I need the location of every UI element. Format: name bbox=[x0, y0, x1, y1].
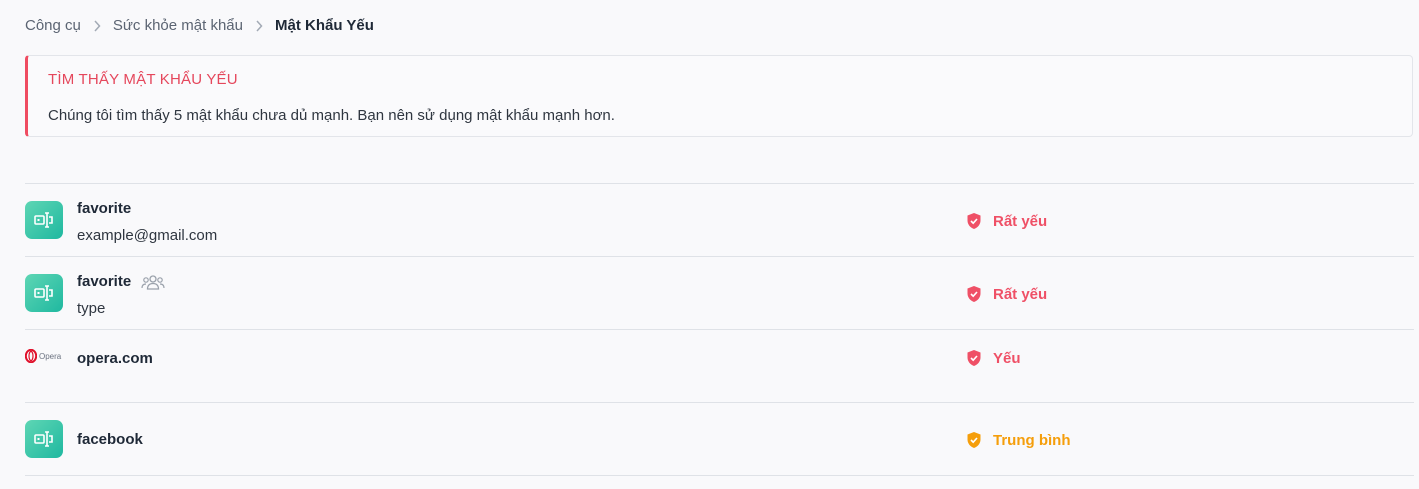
item-name: opera.com bbox=[77, 350, 153, 367]
strength-label: Rất yếu bbox=[993, 285, 1048, 303]
list-item[interactable]: facebook Trung bình bbox=[25, 402, 1414, 476]
item-name-text: opera.com bbox=[77, 350, 153, 367]
item-name: facebook bbox=[77, 431, 143, 448]
opera-logo-icon: Opera bbox=[25, 349, 65, 363]
shield-check-icon bbox=[966, 285, 982, 303]
shared-users-icon bbox=[141, 274, 165, 290]
breadcrumb-password-health[interactable]: Sức khỏe mật khẩu bbox=[113, 17, 243, 34]
weak-password-list: favorite example@gmail.com Rất yếu favor… bbox=[25, 183, 1414, 476]
shield-check-icon bbox=[966, 212, 982, 230]
shield-check-icon bbox=[966, 431, 982, 449]
strength-badge: Rất yếu bbox=[966, 212, 1047, 230]
chevron-right-icon bbox=[81, 17, 113, 34]
breadcrumb-current: Mật Khẩu Yếu bbox=[274, 16, 374, 34]
opera-logo-text: Opera bbox=[39, 351, 62, 361]
item-name-text: favorite bbox=[77, 200, 132, 217]
list-item[interactable]: favorite example@gmail.com Rất yếu bbox=[25, 183, 1414, 256]
list-item[interactable]: Opera opera.com Yếu bbox=[25, 329, 1414, 402]
strength-badge: Yếu bbox=[966, 349, 1021, 367]
alert-title: TÌM THẤY MẬT KHẨU YẾU bbox=[48, 71, 238, 88]
item-name-text: favorite bbox=[77, 273, 132, 290]
app-icon bbox=[25, 420, 63, 458]
list-item[interactable]: favorite type Rất yếu bbox=[25, 256, 1414, 329]
strength-label: Yếu bbox=[993, 349, 1021, 367]
breadcrumb: Công cụ Sức khỏe mật khẩu Mật Khẩu Yếu bbox=[25, 14, 374, 36]
item-name-text: facebook bbox=[77, 431, 143, 448]
item-subtitle: type bbox=[77, 300, 106, 317]
item-subtitle: example@gmail.com bbox=[77, 227, 218, 244]
strength-label: Trung bình bbox=[993, 431, 1071, 449]
alert-message: Chúng tôi tìm thấy 5 mật khẩu chưa dủ mạ… bbox=[48, 107, 615, 124]
item-name: favorite bbox=[77, 273, 165, 290]
chevron-right-icon bbox=[243, 17, 275, 34]
app-icon bbox=[25, 201, 63, 239]
strength-badge: Trung bình bbox=[966, 431, 1070, 449]
strength-badge: Rất yếu bbox=[966, 285, 1047, 303]
shield-check-icon bbox=[966, 349, 982, 367]
app-icon bbox=[25, 274, 63, 312]
breadcrumb-tools[interactable]: Công cụ bbox=[25, 17, 81, 34]
strength-label: Rất yếu bbox=[993, 212, 1048, 230]
item-name: favorite bbox=[77, 200, 131, 217]
weak-password-alert: TÌM THẤY MẬT KHẨU YẾU Chúng tôi tìm thấy… bbox=[25, 55, 1413, 137]
